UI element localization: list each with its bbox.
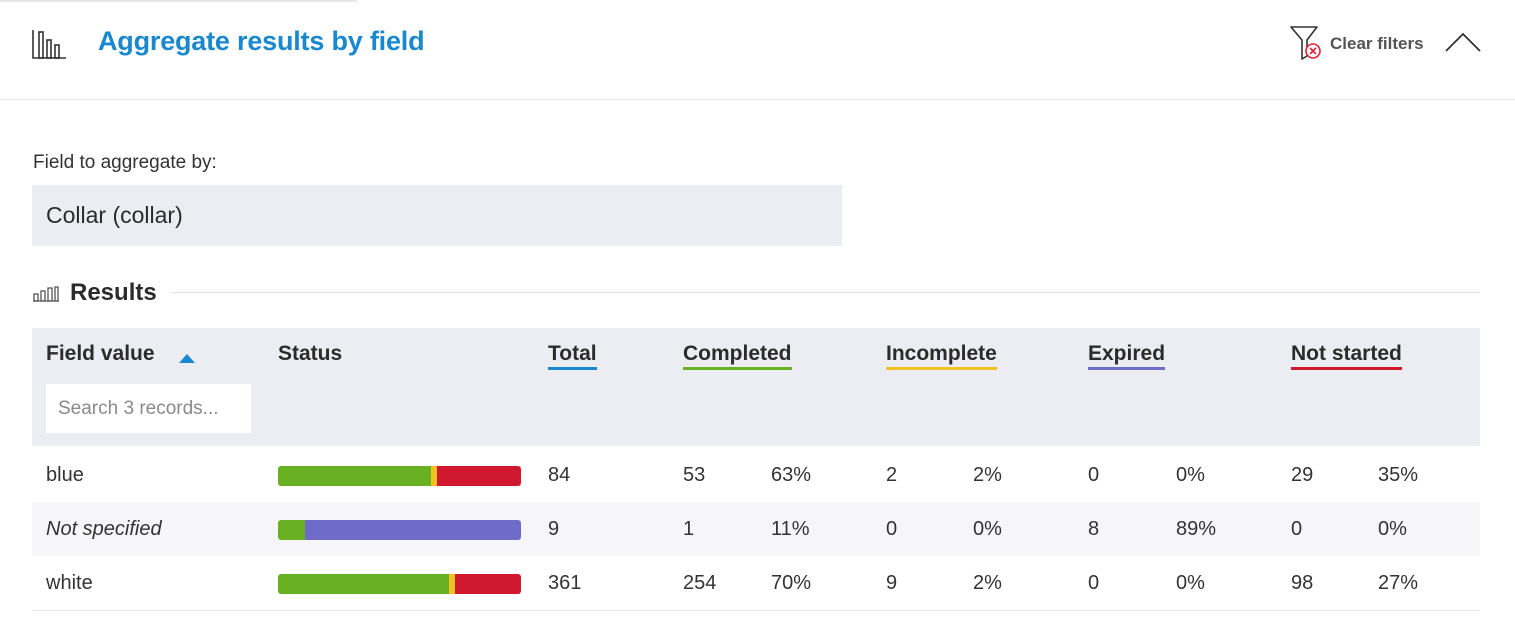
cell-total: 84	[548, 464, 571, 486]
cell-incomplete-pct: 2%	[973, 464, 1002, 486]
table-row: blue 84 53 63% 2 2% 0 0% 29 35%	[32, 448, 1480, 502]
bar-chart-icon	[32, 30, 66, 59]
cell-expired: 0	[1088, 572, 1100, 594]
table-header: Field value Status Total Completed Incom…	[32, 328, 1480, 446]
column-header-incomplete[interactable]: Incomplete	[886, 342, 997, 370]
cell-total: 361	[548, 572, 582, 594]
cell-completed-pct: 63%	[771, 464, 812, 486]
cell-not-started-pct: 27%	[1378, 572, 1419, 594]
field-select[interactable]: Collar (collar)	[32, 185, 842, 246]
cell-expired: 8	[1088, 518, 1100, 540]
column-header-expired[interactable]: Expired	[1088, 342, 1166, 370]
results-divider	[172, 292, 1480, 293]
filter-clear-icon	[1290, 26, 1321, 60]
cell-total: 9	[548, 518, 560, 540]
cell-completed: 53	[683, 464, 706, 486]
table-row: Not specified 9 1 11% 0 0% 8 89% 0 0%	[32, 502, 1480, 556]
column-header-not-started[interactable]: Not started	[1291, 342, 1402, 370]
field-label: Field to aggregate by:	[33, 152, 217, 173]
cell-incomplete: 0	[886, 518, 898, 540]
small-bar-chart-icon	[33, 286, 59, 302]
cell-incomplete-pct: 2%	[973, 572, 1002, 594]
status-segment-completed	[278, 520, 305, 540]
cell-expired-pct: 0%	[1176, 464, 1205, 486]
status-segment-completed	[278, 574, 449, 594]
status-bar[interactable]	[278, 466, 521, 486]
cell-expired-pct: 0%	[1176, 572, 1205, 594]
column-header-completed[interactable]: Completed	[683, 342, 792, 370]
cell-not-started-pct: 0%	[1378, 518, 1407, 540]
panel-header: Aggregate results by field Clear filters	[0, 0, 1515, 100]
clear-filters-label: Clear filters	[1330, 34, 1424, 53]
cell-value: blue	[46, 464, 84, 486]
cell-not-started-pct: 35%	[1378, 464, 1419, 486]
cell-incomplete-pct: 0%	[973, 518, 1002, 540]
cell-completed: 254	[683, 572, 717, 594]
cell-not-started: 29	[1291, 464, 1314, 486]
status-segment-not-started	[437, 466, 521, 486]
page-title: Aggregate results by field	[98, 26, 425, 56]
cell-completed: 1	[683, 518, 695, 540]
cell-value: white	[46, 572, 93, 594]
cell-expired-pct: 89%	[1176, 518, 1217, 540]
column-header-status: Status	[278, 342, 343, 365]
status-segment-completed	[278, 466, 432, 486]
sort-ascending-icon[interactable]	[178, 352, 196, 364]
cell-not-started: 98	[1291, 572, 1314, 594]
table-row: white 361 254 70% 9 2% 0 0% 98 27%	[32, 556, 1480, 610]
cell-not-started: 0	[1291, 518, 1303, 540]
cell-incomplete: 9	[886, 572, 898, 594]
cell-value: Not specified	[46, 518, 162, 540]
status-bar[interactable]	[278, 520, 521, 540]
status-bar[interactable]	[278, 574, 521, 594]
chevron-up-icon[interactable]	[1444, 30, 1482, 54]
status-segment-not-started	[455, 574, 521, 594]
column-header-field-value[interactable]: Field value	[46, 342, 155, 367]
column-header-total[interactable]: Total	[548, 342, 597, 370]
results-heading: Results	[70, 279, 157, 306]
search-input[interactable]	[46, 384, 251, 433]
cell-completed-pct: 70%	[771, 572, 812, 594]
cell-incomplete: 2	[886, 464, 898, 486]
table-bottom-divider	[32, 610, 1480, 611]
cell-completed-pct: 11%	[771, 518, 810, 540]
status-segment-expired	[305, 520, 521, 540]
cell-expired: 0	[1088, 464, 1100, 486]
